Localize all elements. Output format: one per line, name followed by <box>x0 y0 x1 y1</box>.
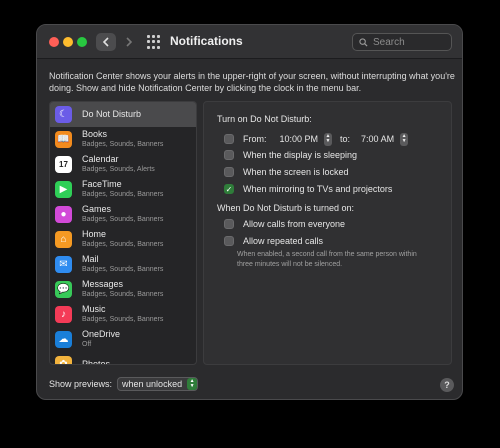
sidebar-item[interactable]: ☾ Do Not Disturb <box>50 102 196 127</box>
show-previews-popup[interactable]: when unlocked ▲ ▼ <box>117 377 199 391</box>
sidebar-item[interactable]: ▶ FaceTime Badges, Sounds, Banners <box>50 177 196 202</box>
speech-bubble-icon: 💬 <box>55 281 72 298</box>
sidebar-item-subtitle: Badges, Sounds, Alerts <box>82 166 155 173</box>
show-previews-label: Show previews: <box>49 379 113 389</box>
help-button[interactable]: ? <box>440 378 454 392</box>
sidebar-item[interactable]: 💬 Messages Badges, Sounds, Banners <box>50 277 196 302</box>
option-label: When the display is sleeping <box>243 150 358 160</box>
sidebar-item[interactable]: ☁ OneDrive Off <box>50 327 196 352</box>
sidebar-item[interactable]: ● Games Badges, Sounds, Banners <box>50 202 196 227</box>
stepper-down-icon: ▼ <box>325 138 331 144</box>
sidebar-item-name: Games <box>82 204 112 214</box>
sidebar-item-subtitle: Badges, Sounds, Banners <box>82 266 164 273</box>
option-label: When mirroring to TVs and projectors <box>243 184 393 194</box>
dnd-heading: Turn on Do Not Disturb: <box>217 114 312 124</box>
sidebar-item-name: Books <box>82 129 108 139</box>
games-icon: ● <box>55 206 72 223</box>
sidebar-item-subtitle: Badges, Sounds, Banners <box>82 316 164 323</box>
sidebar-item-name: Mail <box>82 254 99 264</box>
allow-repeated-checkbox[interactable] <box>224 236 234 246</box>
mirroring-checkbox[interactable]: ✓ <box>224 184 234 194</box>
sidebar-item-name: FaceTime <box>82 179 122 189</box>
sidebar-item-subtitle: Badges, Sounds, Banners <box>82 241 164 248</box>
from-time-field[interactable]: 10:00 PM <box>277 132 322 146</box>
forward-button[interactable] <box>119 33 139 51</box>
allow-everyone-checkbox[interactable] <box>224 219 234 229</box>
search-icon <box>359 37 368 47</box>
photos-icon: ✿ <box>55 356 72 364</box>
search-input[interactable] <box>373 36 443 48</box>
when-on-heading: When Do Not Disturb is turned on: <box>217 203 355 213</box>
sidebar-item[interactable]: ⌂ Home Badges, Sounds, Banners <box>50 227 196 252</box>
stepper-down-icon: ▼ <box>401 138 407 144</box>
show-previews-row: Show previews: when unlocked ▲ ▼ <box>49 377 199 391</box>
calendar-icon: 17 <box>55 156 72 173</box>
chevron-right-icon <box>126 37 133 47</box>
video-icon: ▶ <box>55 181 72 198</box>
cloud-icon: ☁ <box>55 331 72 348</box>
display-sleeping-checkbox[interactable] <box>224 150 234 160</box>
sidebar-item[interactable]: ♪ Music Badges, Sounds, Banners <box>50 302 196 327</box>
sidebar-item[interactable]: 📖 Books Badges, Sounds, Banners <box>50 127 196 152</box>
popup-value: when unlocked <box>122 379 183 389</box>
sidebar-item-name: Messages <box>82 279 124 289</box>
moon-icon: ☾ <box>55 106 72 123</box>
minimize-button[interactable] <box>63 37 73 47</box>
close-button[interactable] <box>49 37 59 47</box>
from-time-stepper[interactable]: ▲ ▼ <box>324 132 333 146</box>
show-all-grid-icon[interactable] <box>147 35 161 49</box>
option-screen-locked[interactable]: When the screen is locked <box>224 167 349 177</box>
do-not-disturb-panel: Turn on Do Not Disturb: From: 10:00 PM ▲… <box>203 101 452 365</box>
sidebar-item-subtitle: Badges, Sounds, Banners <box>82 216 164 223</box>
from-label: From: <box>243 134 267 144</box>
sidebar-item-name: Calendar <box>82 154 119 164</box>
search-field[interactable] <box>352 33 452 51</box>
option-display-sleeping[interactable]: When the display is sleeping <box>224 150 357 160</box>
sidebar-item-subtitle: Badges, Sounds, Banners <box>82 141 164 148</box>
repeated-calls-note: When enabled, a second call from the sam… <box>237 251 417 268</box>
option-label: When the screen is locked <box>243 167 349 177</box>
book-icon: 📖 <box>55 131 72 148</box>
sidebar-item-name: Do Not Disturb <box>82 109 142 119</box>
sidebar-item-name: OneDrive <box>82 329 121 339</box>
sidebar-item-subtitle: Off <box>82 341 92 348</box>
schedule-checkbox[interactable] <box>224 134 234 144</box>
allow-repeated-row[interactable]: Allow repeated calls <box>224 236 323 246</box>
screen-locked-checkbox[interactable] <box>224 167 234 177</box>
house-icon: ⌂ <box>55 231 72 248</box>
window-title: Notifications <box>170 34 243 48</box>
option-mirroring[interactable]: ✓ When mirroring to TVs and projectors <box>224 184 392 194</box>
allow-everyone-label: Allow calls from everyone <box>243 219 346 229</box>
zoom-button[interactable] <box>77 37 87 47</box>
preferences-window: Notifications Notification Center shows … <box>36 24 463 400</box>
sidebar-item-name: Photos <box>82 359 111 365</box>
sidebar-item-name: Music <box>82 304 106 314</box>
sidebar-item-subtitle: Badges, Sounds, Banners <box>82 291 164 298</box>
sidebar-item[interactable]: 17 Calendar Badges, Sounds, Alerts <box>50 152 196 177</box>
back-button[interactable] <box>96 33 116 51</box>
description-text: Notification Center shows your alerts in… <box>49 71 455 93</box>
to-label: to: <box>340 134 351 144</box>
sidebar-item[interactable]: ✿ Photos <box>50 352 196 365</box>
allow-everyone-row[interactable]: Allow calls from everyone <box>224 219 345 229</box>
app-list[interactable]: ☾ Do Not Disturb 📖 Books Badges, Sounds, Ban… <box>49 101 197 365</box>
to-time-stepper[interactable]: ▲ ▼ <box>400 132 409 146</box>
allow-repeated-label: Allow repeated calls <box>243 236 324 246</box>
envelope-icon: ✉ <box>55 256 72 273</box>
popup-arrows-icon: ▲ ▼ <box>187 378 198 390</box>
schedule-row: From: 10:00 PM ▲ ▼ to: 7:00 AM ▲ ▼ <box>224 132 409 146</box>
chevron-left-icon <box>102 37 109 47</box>
sidebar-item-name: Home <box>82 229 107 239</box>
to-time-field[interactable]: 7:00 AM <box>358 132 397 146</box>
sidebar-item[interactable]: ✉ Mail Badges, Sounds, Banners <box>50 252 196 277</box>
title-bar: Notifications <box>37 25 462 59</box>
music-note-icon: ♪ <box>55 306 72 323</box>
sidebar-item-subtitle: Badges, Sounds, Banners <box>82 191 164 198</box>
